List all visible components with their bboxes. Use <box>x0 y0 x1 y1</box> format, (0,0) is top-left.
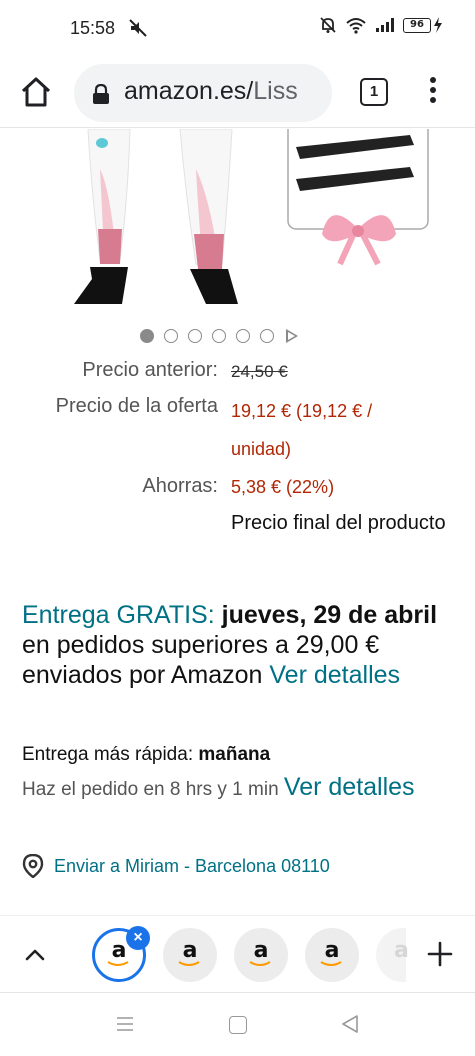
charging-icon <box>434 17 442 33</box>
browser-toolbar: amazon.es/Liss 1 <box>0 56 475 128</box>
tab-thumbnail[interactable]: a <box>305 928 359 982</box>
ship-to-text[interactable]: Enviar a Miriam - Barcelona 08110 <box>54 856 330 877</box>
status-bar: 15:58 96 <box>0 0 475 56</box>
amazon-logo-icon: a <box>253 938 269 963</box>
amazon-smile-icon <box>178 961 200 966</box>
fast-delivery-details-link[interactable]: Ver detalles <box>284 773 415 801</box>
divider <box>0 915 475 916</box>
battery-level: 96 <box>403 17 431 33</box>
recents-icon[interactable] <box>116 1016 134 1032</box>
fast-delivery: Entrega más rápida: mañana <box>22 744 452 766</box>
order-deadline-text: Haz el pedido en 8 hrs y 1 min <box>22 779 284 800</box>
system-nav-bar <box>0 992 475 1056</box>
tab-thumbnail[interactable]: a <box>163 928 217 982</box>
tab-strip: a × a a a a <box>0 918 475 992</box>
amazon-logo-icon: a <box>182 938 198 963</box>
free-delivery-label: Entrega GRATIS: <box>22 601 215 629</box>
status-icons: 96 <box>319 16 443 34</box>
amazon-smile-icon <box>320 961 342 966</box>
previous-price-value: 24,50 € <box>231 362 288 381</box>
amazon-smile-icon <box>107 961 129 966</box>
nav-home-icon[interactable] <box>229 1016 247 1034</box>
carousel-dot[interactable] <box>260 329 274 343</box>
amazon-logo-icon: a <box>324 938 340 963</box>
tab-thumbnail-partial[interactable]: a <box>376 928 409 982</box>
close-tab-icon[interactable]: × <box>126 926 150 950</box>
menu-icon[interactable] <box>424 74 442 110</box>
offer-price-value: 19,12 € (19,12 € / <box>231 401 373 421</box>
wifi-icon <box>346 18 366 34</box>
address-bar[interactable]: amazon.es/Liss <box>74 64 332 122</box>
product-image[interactable] <box>0 129 475 309</box>
final-price-note: Precio final del producto <box>231 512 446 534</box>
home-icon[interactable] <box>18 74 54 110</box>
offer-price-label: Precio de la oferta <box>55 395 218 417</box>
signal-icon <box>376 18 394 32</box>
savings-value: 5,38 € (22%) <box>231 477 335 497</box>
location-pin-icon <box>22 854 44 878</box>
bell-off-icon <box>320 17 336 33</box>
product-image-graphic <box>74 129 429 304</box>
tab-switcher-button[interactable]: 1 <box>360 78 388 106</box>
url-text[interactable]: amazon.es/Liss <box>124 77 298 106</box>
fast-delivery-label: Entrega más rápida: <box>22 744 199 765</box>
savings-label: Ahorras: <box>142 475 218 497</box>
carousel-dot[interactable] <box>140 329 154 343</box>
order-deadline: Haz el pedido en 8 hrs y 1 min Ver detal… <box>22 772 452 805</box>
carousel-dot[interactable] <box>212 329 226 343</box>
video-play-icon[interactable] <box>286 329 298 343</box>
amazon-logo-icon: a <box>394 938 409 963</box>
carousel-dot[interactable] <box>164 329 178 343</box>
offer-price-unit: unidad) <box>231 439 292 459</box>
delivery-info: Entrega GRATIS: jueves, 29 de abril en p… <box>22 600 452 690</box>
url-domain: amazon.es/ <box>124 77 254 105</box>
battery-icon: 96 <box>403 17 443 33</box>
carousel-dot[interactable] <box>188 329 202 343</box>
new-tab-icon[interactable] <box>426 940 454 968</box>
delivery-date: jueves, 29 de abril <box>221 601 438 629</box>
image-carousel-indicators <box>140 329 298 343</box>
amazon-smile-icon <box>249 961 271 966</box>
mute-icon <box>129 19 147 37</box>
status-time: 15:58 <box>70 18 116 38</box>
fast-delivery-when: mañana <box>198 744 271 765</box>
url-path: Liss <box>253 77 298 105</box>
delivery-details-link[interactable]: Ver detalles <box>269 661 400 689</box>
chevron-up-icon[interactable] <box>22 942 48 968</box>
ship-to-location[interactable]: Enviar a Miriam - Barcelona 08110 <box>22 854 330 878</box>
nav-back-icon[interactable] <box>340 1014 360 1034</box>
carousel-dot[interactable] <box>236 329 250 343</box>
previous-price-label: Precio anterior: <box>82 359 218 381</box>
lock-icon <box>93 84 109 104</box>
tab-thumbnail[interactable]: a <box>234 928 288 982</box>
